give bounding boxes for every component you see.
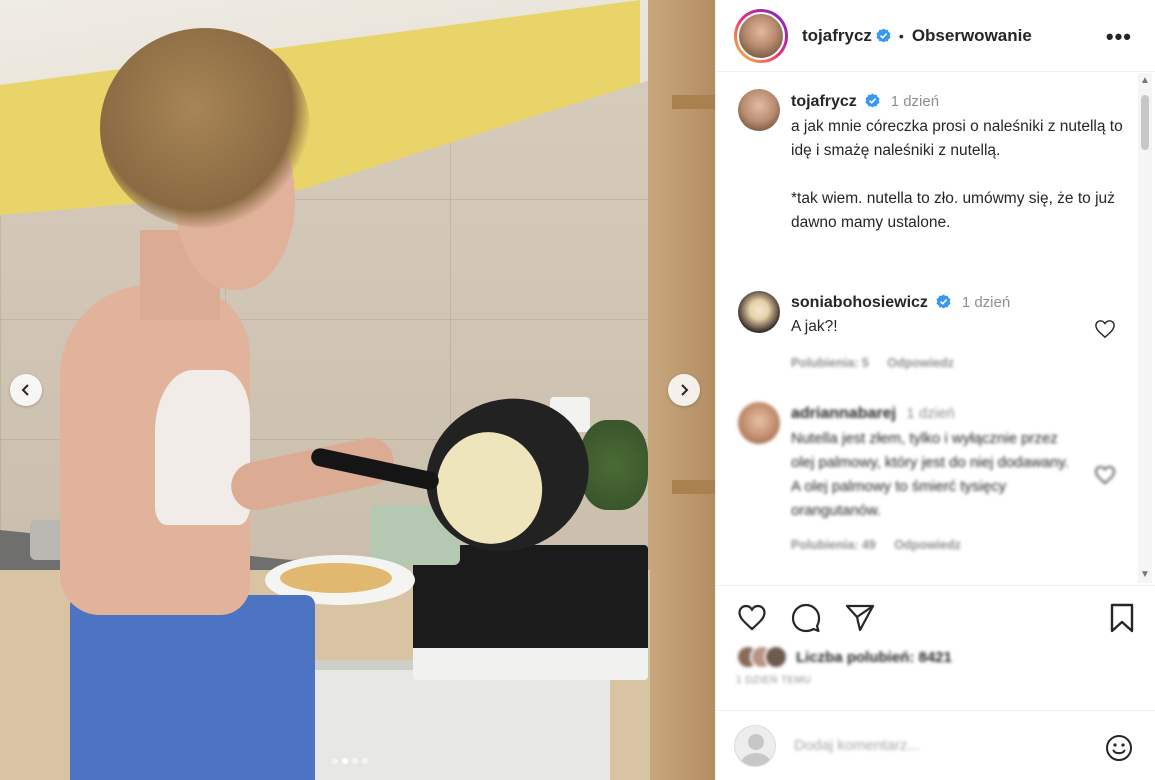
carousel-next-button[interactable] [668,374,700,406]
comment-input[interactable] [794,737,1064,754]
photo-shelf [672,95,715,109]
carousel-dot [342,758,348,764]
comment-text: Nutella jest złem, tylko i wyłącznie prz… [791,430,1069,519]
carousel-prev-button[interactable] [10,374,42,406]
verified-badge-icon [865,93,880,108]
carousel-dot [362,758,368,764]
reply-button[interactable]: Odpowiedz [887,356,954,370]
comment-meta: Polubienia: 49 Odpowiedz [791,536,961,554]
author-username[interactable]: tojafrycz [802,26,872,46]
caption-avatar[interactable] [738,89,780,131]
verified-badge-icon [876,28,891,43]
scroll-down-icon[interactable]: ▼ [1139,569,1151,581]
post-header: tojafrycz • Obserwowanie ••• [716,0,1155,72]
comments-scrollbar[interactable]: ▲ ▼ [1138,73,1152,583]
likers-avatars [736,645,788,669]
comment-likes-count[interactable]: Polubienia: 5 [791,356,869,370]
comment-username[interactable]: adriannabarej [791,405,896,422]
photo-skirt [70,595,315,780]
verified-badge-icon [936,294,951,309]
share-icon[interactable] [844,602,876,634]
carousel-dot [352,758,358,764]
photo-shelf [672,480,715,494]
comments-panel[interactable]: tojafrycz 1 dzień a jak mnie córeczka pr… [716,73,1155,583]
comment-text: A jak?! [791,318,838,335]
chevron-right-icon [681,384,689,396]
emoji-icon[interactable] [1104,733,1134,763]
comment-header: soniabohosiewicz 1 dzień [791,294,1010,312]
comment-time[interactable]: 1 dzień [962,294,1010,311]
comment-username[interactable]: soniabohosiewicz [791,294,928,311]
caption-header: tojafrycz 1 dzień [791,93,939,111]
comment-time[interactable]: 1 dzień [906,405,954,422]
photo-person-top [155,370,250,525]
comment-header: adriannabarej 1 dzień [791,405,955,423]
caption-text: a jak mnie córeczka prosi o naleśniki z … [791,118,1123,231]
post-sidebar: tojafrycz • Obserwowanie ••• tojafrycz 1… [715,0,1155,780]
comment-icon[interactable] [790,602,822,634]
photo-pancake-plate [280,563,392,593]
photo-stove [413,545,648,680]
chevron-left-icon [21,384,29,396]
following-button[interactable]: Obserwowanie [912,26,1032,46]
comment-like-icon[interactable] [1094,319,1116,339]
likes-count[interactable]: Liczba polubień: 8421 [796,649,952,666]
more-options-button[interactable]: ••• [1106,24,1132,50]
bookmark-icon[interactable] [1106,602,1138,634]
post-date[interactable]: 1 DZIEŃ TEMU [736,675,811,686]
caption-username[interactable]: tojafrycz [791,93,857,110]
header-separator: • [898,27,904,44]
comment-avatar[interactable] [738,291,780,333]
post-actions [716,585,1155,650]
caption-time[interactable]: 1 dzień [891,93,939,110]
scroll-up-icon[interactable]: ▲ [1139,75,1151,87]
scrollbar-thumb[interactable] [1141,95,1149,150]
heart-icon[interactable] [736,602,768,634]
likes-summary[interactable]: Liczba polubień: 8421 [736,645,952,669]
liker-avatar [764,645,788,669]
post-image[interactable] [0,0,715,780]
carousel-dots [332,758,368,764]
comment-avatar[interactable] [738,402,780,444]
current-user-avatar [734,724,776,767]
comment-like-icon[interactable] [1094,465,1116,485]
photo-plant [580,420,648,510]
reply-button[interactable]: Odpowiedz [894,538,961,552]
author-avatar[interactable] [734,8,788,63]
comment-meta: Polubienia: 5 Odpowiedz [791,354,954,372]
carousel-dot [332,758,338,764]
comment-likes-count[interactable]: Polubienia: 49 [791,538,876,552]
add-comment-bar [716,710,1155,780]
photo-person-hair [100,28,310,228]
